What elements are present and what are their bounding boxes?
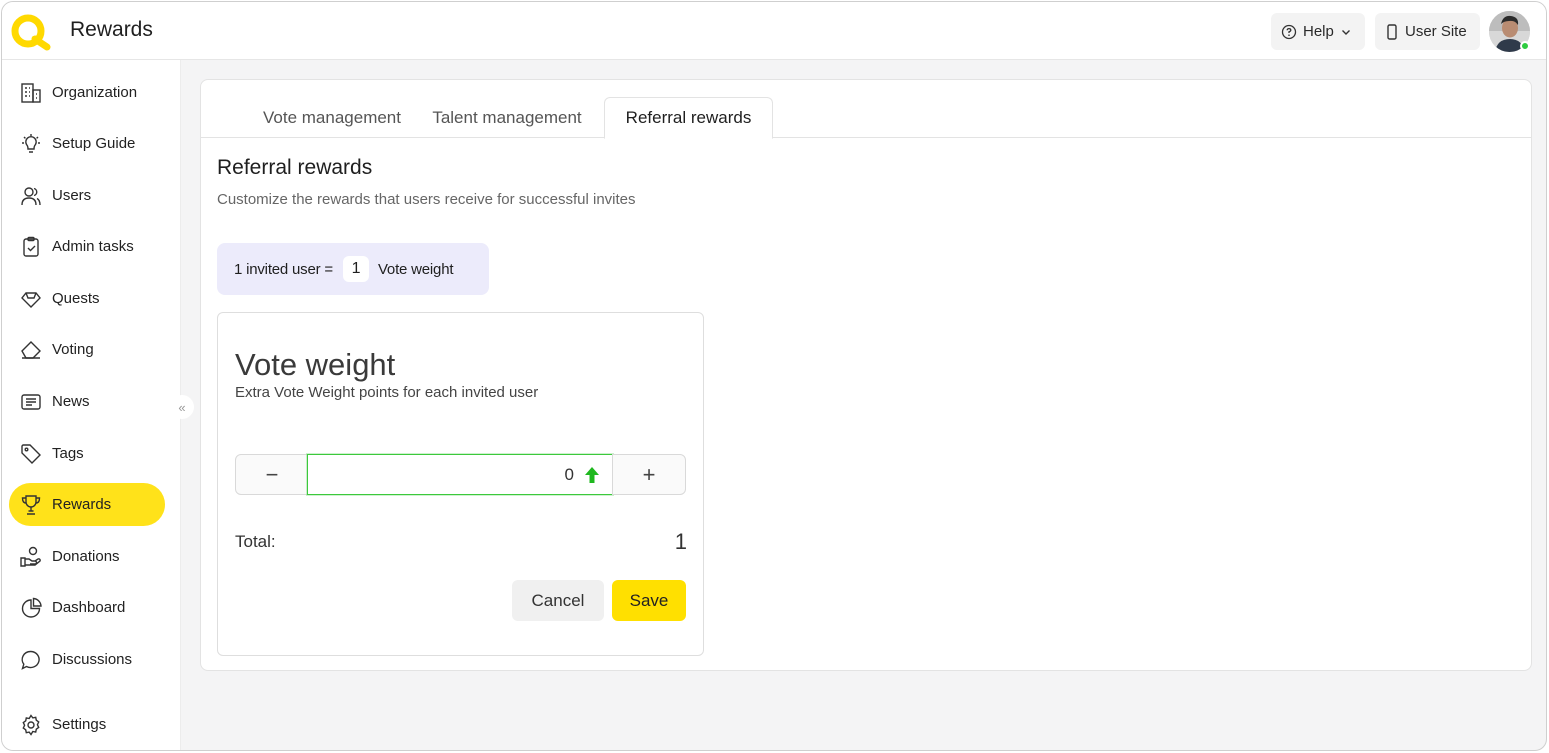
sidebar-item-rewards[interactable]: Rewards [9, 483, 165, 526]
sidebar-item-quests[interactable]: Quests [9, 277, 165, 320]
sidebar-item-tags[interactable]: Tags [9, 432, 165, 475]
sidebar-item-label: Admin tasks [52, 238, 134, 255]
chat-bubble-icon [21, 650, 40, 670]
page-title: Rewards [70, 18, 153, 41]
eraser-icon [21, 340, 41, 359]
double-chevron-left-icon: « [178, 399, 186, 415]
sidebar-item-organization[interactable]: Organization [9, 71, 165, 114]
section-title: Referral rewards [217, 156, 373, 179]
diamond-icon [21, 291, 41, 308]
sidebar-item-admin-tasks[interactable]: Admin tasks [9, 225, 165, 268]
sidebar-item-users[interactable]: Users [9, 174, 165, 217]
app-logo-icon[interactable] [11, 13, 53, 51]
top-bar: Rewards Help User Site [2, 2, 1546, 60]
vote-weight-title: Vote weight [235, 347, 396, 382]
building-icon [21, 82, 41, 103]
sidebar-item-voting[interactable]: Voting [9, 328, 165, 371]
lightbulb-icon [22, 133, 40, 153]
sidebar-item-label: Voting [52, 341, 94, 358]
sidebar-item-setup-guide[interactable]: Setup Guide [9, 122, 165, 165]
user-site-button[interactable]: User Site [1375, 13, 1480, 50]
formula-suffix: Vote weight [377, 260, 454, 278]
vote-weight-input[interactable]: 0 [307, 454, 613, 495]
sidebar: Organization Setup Guide Users Admin tas… [2, 60, 181, 750]
help-label: Help [1303, 23, 1334, 40]
collapse-sidebar-button[interactable]: « [170, 395, 194, 419]
help-button[interactable]: Help [1271, 13, 1365, 50]
help-circle-icon [1281, 24, 1297, 39]
trophy-icon [21, 494, 41, 515]
vote-weight-stepper: − 0 + [235, 454, 686, 495]
users-icon [21, 186, 41, 205]
user-site-label: User Site [1405, 23, 1467, 40]
sidebar-item-news[interactable]: News [9, 380, 165, 423]
hand-heart-icon [20, 546, 41, 567]
decrement-button[interactable]: − [235, 454, 309, 495]
increment-button[interactable]: + [612, 454, 686, 495]
vote-weight-subtitle: Extra Vote Weight points for each invite… [235, 384, 539, 401]
referral-formula: 1 invited user = 1 Vote weight [217, 243, 489, 295]
cancel-button[interactable]: Cancel [512, 580, 604, 621]
sidebar-item-label: Donations [52, 548, 120, 565]
main-card: Vote management Talent management Referr… [200, 79, 1532, 671]
total-label: Total: [235, 532, 276, 551]
pie-chart-icon [21, 597, 42, 618]
tab-vote-management[interactable]: Vote management [228, 97, 436, 138]
sidebar-item-settings[interactable]: Settings [9, 703, 165, 746]
newspaper-icon [21, 393, 41, 410]
sidebar-item-label: Dashboard [52, 599, 126, 616]
section-subtitle: Customize the rewards that users receive… [217, 191, 636, 208]
sidebar-item-label: Users [52, 187, 92, 204]
arrow-up-icon [585, 466, 599, 483]
sidebar-item-label: Discussions [52, 651, 133, 668]
formula-value: 1 [342, 256, 369, 282]
tab-referral-rewards[interactable]: Referral rewards [604, 97, 773, 139]
sidebar-item-label: Organization [52, 84, 138, 101]
chevron-down-icon [1341, 29, 1350, 35]
online-status-dot [1520, 41, 1530, 51]
formula-prefix: 1 invited user = [234, 260, 333, 278]
vote-weight-input-value: 0 [564, 464, 574, 484]
sidebar-item-label: Rewards [52, 496, 112, 513]
app-window: Rewards Help User Site Organization Setu… [1, 1, 1547, 751]
tab-talent-management[interactable]: Talent management [414, 97, 600, 138]
sidebar-item-label: Tags [52, 445, 84, 462]
tab-bar: Vote management Talent management Referr… [201, 80, 1531, 139]
gear-icon [22, 713, 40, 736]
tag-icon [21, 443, 41, 464]
sidebar-item-donations[interactable]: Donations [9, 535, 165, 578]
sidebar-item-discussions[interactable]: Discussions [9, 638, 165, 681]
sidebar-item-label: Setup Guide [52, 135, 136, 152]
sidebar-item-label: Settings [52, 716, 107, 733]
clipboard-check-icon [23, 236, 39, 257]
sidebar-item-label: Quests [52, 290, 100, 307]
sidebar-item-dashboard[interactable]: Dashboard [9, 586, 165, 629]
total-value: 1 [674, 529, 687, 554]
sidebar-item-label: News [52, 393, 90, 410]
mobile-phone-icon [1387, 23, 1397, 40]
vote-weight-card: Vote weight Extra Vote Weight points for… [217, 312, 704, 656]
save-button[interactable]: Save [612, 580, 686, 621]
